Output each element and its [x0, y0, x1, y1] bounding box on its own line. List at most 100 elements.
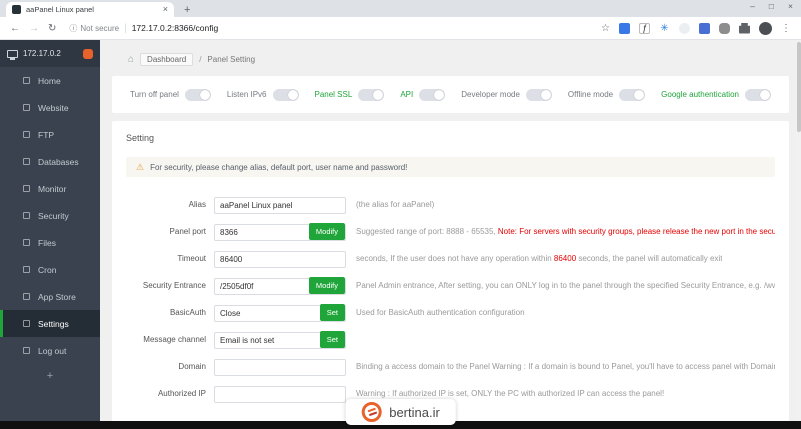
sidebar-item-website[interactable]: Website	[0, 94, 100, 121]
shield-extension-icon[interactable]	[679, 22, 690, 34]
not-secure-badge[interactable]: ⓘ Not secure	[69, 23, 119, 34]
breadcrumb-current-page: Panel Setting	[207, 55, 256, 64]
form-row-panel-port: Panel port Modify Suggested range of por…	[126, 218, 775, 245]
scrollbar-thumb[interactable]	[796, 42, 801, 132]
turn-off-panel-switch[interactable]	[184, 88, 211, 101]
google-authentication-switch[interactable]	[744, 88, 771, 101]
sidebar-item-logout[interactable]: Log out	[0, 337, 100, 364]
tab-title: aaPanel Linux panel	[26, 5, 94, 14]
sidebar-item-files[interactable]: Files	[0, 229, 100, 256]
bertina-watermark-text: bertina.ir	[389, 404, 440, 420]
ftp-icon	[23, 131, 30, 138]
app-frame: 172.17.0.2 Home Website FTP Databases Mo…	[0, 40, 801, 429]
home-icon	[23, 77, 30, 84]
sidebar-collapse-icon[interactable]: +	[0, 370, 100, 382]
clock-icon	[23, 266, 30, 273]
settings-form: Alias (the alias for aaPanel) Panel port…	[126, 191, 775, 407]
form-row-message-channel: Message channel Set	[126, 326, 775, 353]
grid-icon	[23, 293, 30, 300]
monitor-icon	[7, 49, 18, 60]
authorized-ip-input[interactable]	[214, 386, 346, 403]
extension-icon[interactable]	[719, 22, 730, 34]
developer-mode-switch[interactable]	[525, 88, 552, 101]
page-scrollbar[interactable]	[796, 40, 801, 421]
security-entrance-modify-button[interactable]: Modify	[308, 277, 345, 294]
profile-avatar[interactable]	[759, 21, 772, 35]
form-row-alias: Alias (the alias for aaPanel)	[126, 191, 775, 218]
breadcrumb-dashboard-link[interactable]: Dashboard	[140, 53, 194, 66]
setting-card: Setting ⚠ For security, please change al…	[112, 121, 789, 429]
alias-input[interactable]	[214, 197, 346, 214]
setting-title: Setting	[126, 133, 155, 143]
folder-icon	[23, 239, 30, 246]
extension-icon[interactable]	[619, 22, 630, 34]
tab-favicon	[12, 5, 21, 14]
browser-addressbar: ← → ↻ ⓘ Not secure | 172.17.0.2:8366/con…	[0, 17, 801, 40]
message-channel-set-button[interactable]: Set	[319, 331, 345, 348]
window-minimize-icon[interactable]: –	[750, 1, 755, 11]
basicauth-set-button[interactable]: Set	[319, 304, 345, 321]
server-header[interactable]: 172.17.0.2	[0, 40, 100, 67]
sidebar-item-security[interactable]: Security	[0, 202, 100, 229]
form-row-domain: Domain Binding a access domain to the Pa…	[126, 353, 775, 380]
main-content: ⌂ Dashboard / Panel Setting Turn off pan…	[100, 40, 801, 429]
warning-icon: ⚠	[136, 161, 145, 172]
toggle-google-authentication: Google authentication	[661, 88, 771, 101]
toggle-api: API	[400, 88, 446, 101]
warning-text: For security, please change alias, defau…	[150, 162, 408, 172]
extension-icon[interactable]	[699, 22, 710, 34]
timeout-input[interactable]	[214, 251, 346, 268]
toggle-developer-mode: Developer mode	[461, 88, 552, 101]
domain-input[interactable]	[214, 359, 346, 376]
breadcrumb-separator: /	[199, 55, 202, 64]
extension-icon[interactable]: ƒ	[639, 22, 650, 34]
bertina-watermark: bertina.ir	[345, 399, 456, 425]
sidebar-item-home[interactable]: Home	[0, 67, 100, 94]
sidebar-item-cron[interactable]: Cron	[0, 256, 100, 283]
website-icon	[23, 104, 30, 111]
extensions-puzzle-icon[interactable]	[739, 22, 750, 34]
bertina-logo	[361, 402, 382, 422]
back-icon[interactable]: ←	[10, 23, 20, 34]
chart-icon	[23, 185, 30, 192]
offline-mode-switch[interactable]	[619, 88, 646, 101]
panel-toggles-card: Turn off panel Listen IPv6 Panel SSL API…	[112, 76, 789, 113]
sidebar-item-app-store[interactable]: App Store	[0, 283, 100, 310]
info-icon: ⓘ	[69, 23, 78, 33]
browser-tab[interactable]: aaPanel Linux panel ×	[6, 2, 174, 17]
divider: |	[124, 22, 127, 34]
sidebar-item-ftp[interactable]: FTP	[0, 121, 100, 148]
menu-dots-icon[interactable]: ⋮	[781, 23, 791, 34]
sidebar-item-settings[interactable]: Settings	[0, 310, 100, 337]
panel-port-modify-button[interactable]: Modify	[308, 223, 345, 240]
extension-icon[interactable]: ✳	[659, 22, 670, 34]
notification-badge[interactable]	[83, 48, 93, 59]
form-row-basicauth: BasicAuth Set Used for BasicAuth authent…	[126, 299, 775, 326]
forward-icon[interactable]: →	[29, 23, 39, 34]
gear-icon	[23, 320, 30, 327]
panel-ssl-switch[interactable]	[358, 88, 385, 101]
listen-ipv6-switch[interactable]	[272, 88, 299, 101]
toggle-listen-ipv6: Listen IPv6	[227, 88, 299, 101]
toggle-panel-ssl: Panel SSL	[315, 88, 385, 101]
window-maximize-icon[interactable]: □	[769, 1, 774, 11]
home-icon: ⌂	[128, 54, 135, 65]
new-tab-button[interactable]: +	[184, 4, 190, 17]
url-bar[interactable]: ⓘ Not secure | 172.17.0.2:8366/config	[69, 23, 592, 34]
window-close-icon[interactable]: ×	[788, 1, 793, 11]
breadcrumb: ⌂ Dashboard / Panel Setting	[128, 53, 801, 66]
database-icon	[23, 158, 30, 165]
form-row-security-entrance: Security Entrance Modify Panel Admin ent…	[126, 272, 775, 299]
url-text[interactable]: 172.17.0.2:8366/config	[132, 23, 219, 33]
sidebar-item-monitor[interactable]: Monitor	[0, 175, 100, 202]
logout-icon	[23, 347, 30, 354]
shield-icon	[23, 212, 30, 219]
toggle-turn-off-panel: Turn off panel	[130, 88, 211, 101]
form-row-timeout: Timeout seconds, If the user does not ha…	[126, 245, 775, 272]
api-switch[interactable]	[419, 88, 446, 101]
sidebar-item-databases[interactable]: Databases	[0, 148, 100, 175]
bookmark-star-icon[interactable]: ☆	[601, 23, 610, 34]
toggle-offline-mode: Offline mode	[568, 88, 646, 101]
reload-icon[interactable]: ↻	[48, 23, 56, 34]
tab-close-icon[interactable]: ×	[163, 5, 168, 14]
